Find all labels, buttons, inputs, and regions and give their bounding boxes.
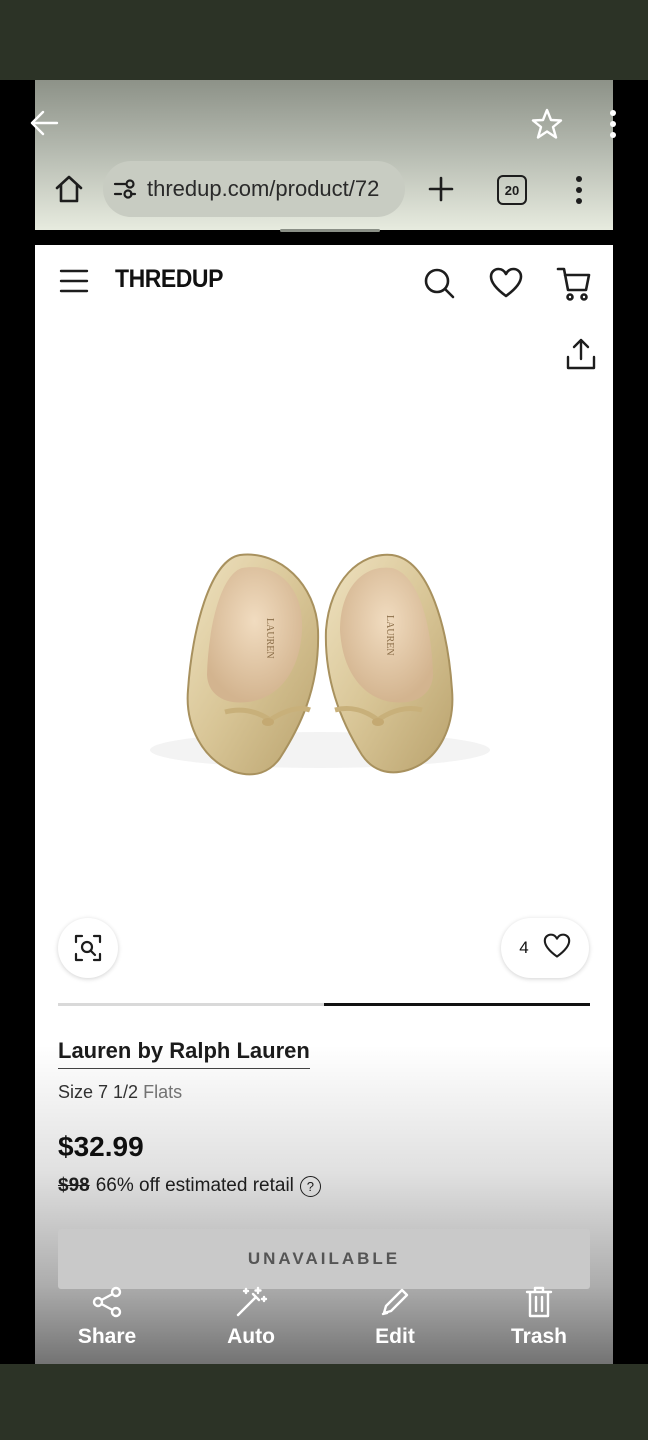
unavailable-button[interactable]: UNAVAILABLE [58, 1229, 590, 1289]
share-icon [92, 1286, 122, 1318]
browser-menu-icon[interactable] [575, 176, 583, 209]
thredup-logo[interactable]: THREDUP [115, 265, 223, 294]
back-arrow-icon[interactable] [28, 108, 60, 143]
chrome-divider [35, 230, 613, 245]
brand-link[interactable]: Lauren by Ralph Lauren [58, 1038, 310, 1069]
status-area-top [0, 0, 648, 80]
search-icon[interactable] [423, 267, 455, 304]
visual-search-button[interactable] [58, 918, 118, 978]
edit-label: Edit [375, 1325, 415, 1348]
image-carousel-indicator [324, 1003, 590, 1006]
star-icon[interactable] [530, 107, 564, 146]
share-label: Share [77, 1325, 137, 1348]
drag-handle[interactable] [280, 229, 380, 232]
size-info: Size 7 1/2 Flats [58, 1082, 182, 1103]
web-page: THREDUP LAUREN LAUREN 4 Lauren by Ralph … [35, 245, 613, 1364]
favorite-heart-icon [543, 933, 571, 964]
auto-label: Auto [227, 1325, 275, 1348]
pencil-icon [381, 1288, 409, 1316]
site-settings-icon[interactable] [113, 178, 137, 200]
auto-button[interactable]: Auto [179, 1283, 323, 1366]
frame-right-border [613, 80, 648, 1364]
product-image[interactable]: LAUREN LAUREN [130, 480, 510, 860]
home-icon[interactable] [54, 174, 84, 209]
share-upload-icon[interactable] [565, 337, 597, 376]
visual-search-icon [74, 934, 102, 962]
trash-label: Trash [510, 1325, 568, 1348]
trash-icon [525, 1286, 553, 1318]
category-label: Flats [143, 1082, 183, 1102]
status-area-bottom [0, 1364, 648, 1440]
hamburger-menu-icon[interactable] [59, 267, 89, 300]
price: $32.99 [58, 1131, 144, 1162]
trash-button[interactable]: Trash [467, 1283, 611, 1366]
insole-brand-text: LAUREN [264, 618, 275, 659]
size-label: Size 7 1/2 [58, 1082, 139, 1102]
original-price: $98 [58, 1175, 90, 1196]
tab-switcher-button[interactable]: 20 [497, 175, 527, 205]
help-icon[interactable]: ? [299, 1175, 321, 1197]
frame-left-border [0, 80, 35, 1364]
overflow-menu-icon[interactable] [609, 110, 617, 143]
new-tab-icon[interactable] [427, 175, 455, 208]
cart-icon[interactable] [556, 266, 592, 307]
favorite-button[interactable]: 4 [501, 918, 589, 978]
url-text: thredup.com/product/72 [147, 176, 380, 201]
discount-text: 66% off estimated retail [95, 1175, 294, 1196]
edit-button[interactable]: Edit [323, 1283, 467, 1366]
favorite-count: 4 [519, 938, 529, 957]
share-button[interactable]: Share [35, 1283, 179, 1366]
insole-brand-text-right: LAUREN [384, 615, 395, 656]
retail-info: $98 66% off estimated retail ? [58, 1175, 321, 1197]
magic-wand-icon [236, 1286, 268, 1317]
photo-action-bar: Share Auto Edit Trash [35, 1283, 613, 1364]
address-bar[interactable]: thredup.com/product/72 [103, 161, 405, 217]
heart-icon[interactable] [489, 267, 523, 304]
